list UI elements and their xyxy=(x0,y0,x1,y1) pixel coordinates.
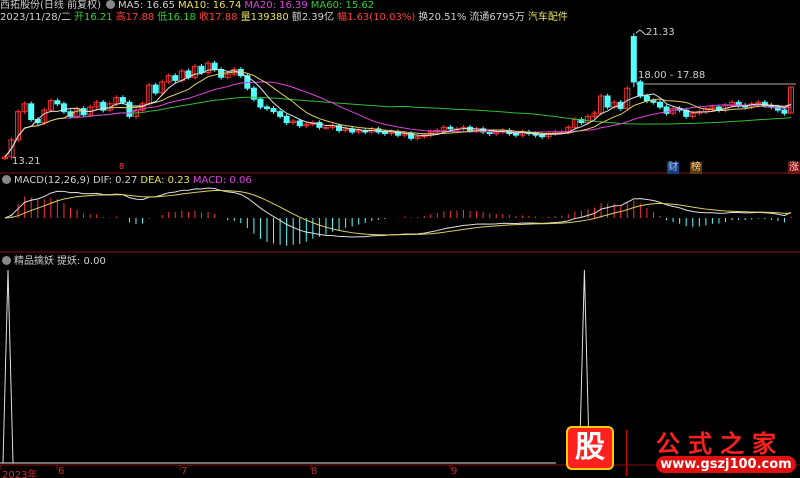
dea-line xyxy=(4,189,792,236)
quote-sector[interactable]: 汽车配件 xyxy=(528,12,568,23)
candle-down xyxy=(152,84,159,94)
logo-badge: 股 xyxy=(566,426,614,470)
macd-value: MACD: 0.06 xyxy=(192,175,252,186)
candle-down xyxy=(381,131,388,135)
high-pointer xyxy=(635,29,647,36)
candle-down xyxy=(637,81,644,97)
x-axis-label: 9 xyxy=(451,466,458,477)
candle-down xyxy=(277,111,284,117)
candle-down xyxy=(283,115,290,124)
ma5-value: MA5: 16.65 xyxy=(117,0,175,11)
candle-down xyxy=(650,100,657,103)
candle-down xyxy=(447,126,454,130)
candle-down xyxy=(28,103,35,120)
candle-down xyxy=(264,106,270,110)
stock-name[interactable]: 西拓股份(日线 前复权) xyxy=(0,0,101,11)
settings-circle-icon[interactable] xyxy=(105,0,115,9)
indicator-value: 提妖: 0.00 xyxy=(57,256,106,267)
candle-down xyxy=(54,100,61,105)
quote-volume: 量139380 xyxy=(240,12,289,23)
tag-bang[interactable]: 榜 xyxy=(690,162,702,174)
candle-down xyxy=(296,120,303,127)
candle-down xyxy=(781,109,788,114)
quote-amount: 额2.39亿 xyxy=(291,12,335,23)
settings-circle-icon[interactable] xyxy=(2,256,11,265)
indicator-header: 精品擒妖 提妖: 0.00 xyxy=(0,256,109,268)
high-price-label: 21.33 xyxy=(646,27,675,38)
macd-header: MACD(12,26,9) DIF: 0.27 DEA: 0.23 MACD: 0.0… xyxy=(0,175,255,187)
dif-line xyxy=(4,187,792,238)
x-axis-label: 8 xyxy=(311,466,318,477)
quote-float: 流通6795万 xyxy=(469,12,525,23)
candle-down xyxy=(257,98,264,108)
quote-close: 收17.88 xyxy=(198,12,238,23)
low-price-label: 13.21 xyxy=(12,156,41,167)
candle-down xyxy=(126,101,133,117)
candle-down xyxy=(539,134,546,138)
candle-down xyxy=(172,75,179,81)
dif-value: DIF: 0.27 xyxy=(92,175,138,186)
watermark-logo: 股 公式之家 www.gszj100.com xyxy=(556,420,796,476)
x-axis-label: 6 xyxy=(58,466,65,477)
range-price-label: 18.00 - 17.88 xyxy=(638,70,706,81)
marker-8: 8 xyxy=(119,162,125,171)
x-axis-label: 7 xyxy=(181,466,188,477)
candle-down xyxy=(643,95,650,102)
quote-row: 2023/11/28/二 开16.21 高17.88 低16.18 收17.88 量139… xyxy=(0,12,571,24)
ma60-value: MA60: 15.62 xyxy=(310,0,375,11)
candle-down xyxy=(512,133,519,136)
candle-down xyxy=(119,97,126,103)
quote-date: 2023/11/28/二 xyxy=(0,12,72,23)
quote-open: 开16.21 xyxy=(74,12,113,23)
candle-down xyxy=(211,62,218,70)
candle-down xyxy=(270,108,277,113)
ma20-line xyxy=(4,81,792,158)
logo-url: www.gszj100.com xyxy=(656,456,796,473)
indicator-name[interactable]: 精品擒妖 xyxy=(14,256,54,267)
logo-title: 公式之家 xyxy=(656,429,784,458)
x-axis-label: 2023年 xyxy=(2,470,38,478)
tag-zhang[interactable]: 涨 xyxy=(788,162,800,174)
quote-turnover: 换20.51% xyxy=(418,12,467,23)
macd-name[interactable]: MACD(12,26,9) xyxy=(14,175,90,186)
candle-down xyxy=(198,65,205,74)
candle-up xyxy=(322,126,329,129)
ma20-value: MA20: 16.39 xyxy=(244,0,308,11)
candle-down xyxy=(604,95,611,108)
dea-value: DEA: 0.23 xyxy=(140,175,190,186)
quote-change: 幅1.63(10.03%) xyxy=(337,12,416,23)
candle-down xyxy=(657,101,663,108)
ma10-value: MA10: 16.74 xyxy=(178,0,242,11)
quote-low: 低16.18 xyxy=(157,12,196,23)
tag-cai[interactable]: 财 xyxy=(667,162,679,174)
settings-circle-icon[interactable] xyxy=(2,175,11,184)
candle-down xyxy=(630,36,637,83)
indicator-spike xyxy=(2,269,14,464)
quote-high: 高17.88 xyxy=(115,12,155,23)
stock-chart-window: 西拓股份(日线 前复权) MA5: 16.65 MA10: 16.74 MA20: 1… xyxy=(0,0,800,478)
main-header: 西拓股份(日线 前复权) MA5: 16.65 MA10: 16.74 MA20: 1… xyxy=(0,0,377,12)
